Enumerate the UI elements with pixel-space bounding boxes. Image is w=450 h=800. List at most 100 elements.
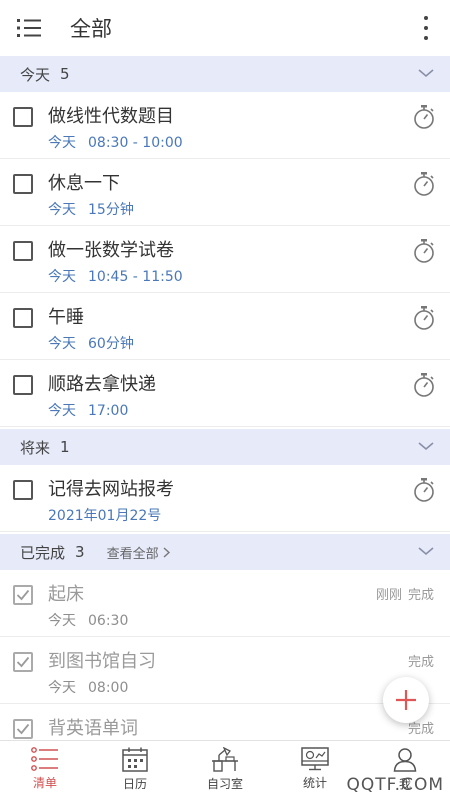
- completed-task-item[interactable]: 到图书馆自习 今天 08:00 完成: [0, 637, 450, 704]
- task-schedule: 今天 08:30 - 10:00: [48, 132, 183, 152]
- task-title: 顺路去拿快递: [48, 374, 156, 395]
- more-dot-icon: [424, 36, 428, 40]
- more-dot-icon: [424, 26, 428, 30]
- task-title: 记得去网站报考: [48, 479, 174, 500]
- calendar-icon: [122, 747, 148, 772]
- tab-label: 自习室: [206, 777, 243, 791]
- task-checkbox-checked[interactable]: [13, 585, 33, 605]
- stopwatch-icon[interactable]: [412, 171, 436, 197]
- stopwatch-icon[interactable]: [412, 104, 436, 130]
- watermark: QQTF.COM: [346, 775, 444, 795]
- desk-lamp-icon: [212, 747, 238, 772]
- task-checkbox-checked[interactable]: [13, 719, 33, 739]
- task-date: 2021年01月22号: [48, 508, 162, 524]
- plus-icon: [396, 690, 416, 710]
- task-item[interactable]: 做一张数学试卷 今天 10:45 - 11:50: [0, 226, 450, 293]
- section-name: 今天: [20, 65, 51, 84]
- tab-study-room[interactable]: 自习室: [180, 741, 270, 800]
- chevron-down-icon[interactable]: [418, 440, 434, 452]
- task-status-label: 完成: [407, 588, 434, 603]
- task-schedule: 今天 60分钟: [48, 333, 134, 353]
- tab-label: 清单: [32, 776, 57, 790]
- completed-task-item[interactable]: 起床 今天 06:30 刚刚 完成: [0, 570, 450, 637]
- task-completed-when: 刚刚: [375, 588, 402, 603]
- task-item[interactable]: 顺路去拿快递 今天 17:00: [0, 360, 450, 427]
- tab-label: 日历: [122, 777, 147, 791]
- task-checkbox[interactable]: [13, 308, 33, 328]
- task-title: 背英语单词: [48, 718, 138, 739]
- task-title: 休息一下: [48, 173, 120, 194]
- section-count: 5: [60, 65, 70, 83]
- section-header-future[interactable]: 将来 1: [0, 429, 450, 465]
- task-item[interactable]: 午睡 今天 60分钟: [0, 293, 450, 360]
- user-icon: [393, 748, 417, 772]
- task-checkbox[interactable]: [13, 241, 33, 261]
- task-day: 今天: [48, 269, 76, 285]
- view-all-label: 查看全部: [106, 546, 159, 562]
- more-options-button[interactable]: [422, 16, 430, 40]
- section-count: 1: [60, 438, 70, 456]
- task-status: 完成: [408, 651, 434, 670]
- task-schedule: 今天 06:30: [48, 610, 128, 630]
- task-schedule: 今天 08:00: [48, 677, 128, 697]
- task-day: 今天: [48, 680, 76, 696]
- checkmark-icon: [16, 723, 30, 735]
- section-count: 3: [75, 543, 85, 561]
- task-time: 17:00: [88, 403, 129, 419]
- task-time: 60分钟: [88, 336, 134, 352]
- task-time: 10:45 - 11:50: [88, 269, 183, 285]
- task-time: 08:00: [88, 680, 129, 696]
- tab-label: 统计: [302, 776, 327, 790]
- task-title: 到图书馆自习: [48, 651, 156, 672]
- task-schedule: 今天 15分钟: [48, 199, 134, 219]
- chart-monitor-icon: [301, 747, 329, 771]
- top-bar: 全部: [0, 0, 450, 56]
- task-checkbox[interactable]: [13, 174, 33, 194]
- stopwatch-icon[interactable]: [412, 477, 436, 503]
- task-title: 午睡: [48, 307, 84, 328]
- task-item[interactable]: 做线性代数题目 今天 08:30 - 10:00: [0, 92, 450, 159]
- section-header-today[interactable]: 今天 5: [0, 56, 450, 92]
- stopwatch-icon[interactable]: [412, 305, 436, 331]
- chevron-down-icon[interactable]: [418, 67, 434, 79]
- task-day: 今天: [48, 135, 76, 151]
- section-name: 已完成: [20, 543, 66, 562]
- task-checkbox[interactable]: [13, 480, 33, 500]
- task-time: 08:30 - 10:00: [88, 135, 183, 151]
- task-day: 今天: [48, 336, 76, 352]
- more-dot-icon: [424, 16, 428, 20]
- task-checkbox-checked[interactable]: [13, 652, 33, 672]
- menu-button[interactable]: [0, 0, 60, 56]
- checkmark-icon: [16, 589, 30, 601]
- view-all-link[interactable]: 查看全部: [107, 543, 170, 562]
- tab-calendar[interactable]: 日历: [90, 741, 180, 800]
- task-status-label: 完成: [407, 655, 434, 670]
- list-menu-icon: [17, 19, 41, 37]
- task-day: 今天: [48, 613, 76, 629]
- task-item[interactable]: 记得去网站报考 2021年01月22号: [0, 465, 450, 532]
- chevron-down-icon[interactable]: [418, 545, 434, 557]
- task-time: 15分钟: [88, 202, 134, 218]
- page-title: 全部: [70, 17, 112, 41]
- task-day: 今天: [48, 202, 76, 218]
- chevron-right-icon: [163, 546, 170, 558]
- checkmark-icon: [16, 656, 30, 668]
- task-item[interactable]: 休息一下 今天 15分钟: [0, 159, 450, 226]
- task-status-label: 完成: [407, 722, 434, 737]
- list-icon: [31, 747, 58, 771]
- task-title: 做一张数学试卷: [48, 240, 174, 261]
- task-schedule: 今天 10:45 - 11:50: [48, 266, 183, 286]
- task-day: 今天: [48, 403, 76, 419]
- task-title: 做线性代数题目: [48, 106, 174, 127]
- section-name: 将来: [20, 438, 51, 457]
- stopwatch-icon[interactable]: [412, 238, 436, 264]
- task-title: 起床: [48, 584, 84, 605]
- task-time: 06:30: [88, 613, 129, 629]
- tab-list[interactable]: 清单: [0, 741, 90, 800]
- task-checkbox[interactable]: [13, 107, 33, 127]
- task-checkbox[interactable]: [13, 375, 33, 395]
- task-schedule: 今天 17:00: [48, 400, 128, 420]
- section-header-completed[interactable]: 已完成 3 查看全部: [0, 534, 450, 570]
- stopwatch-icon[interactable]: [412, 372, 436, 398]
- add-task-button[interactable]: [383, 677, 429, 723]
